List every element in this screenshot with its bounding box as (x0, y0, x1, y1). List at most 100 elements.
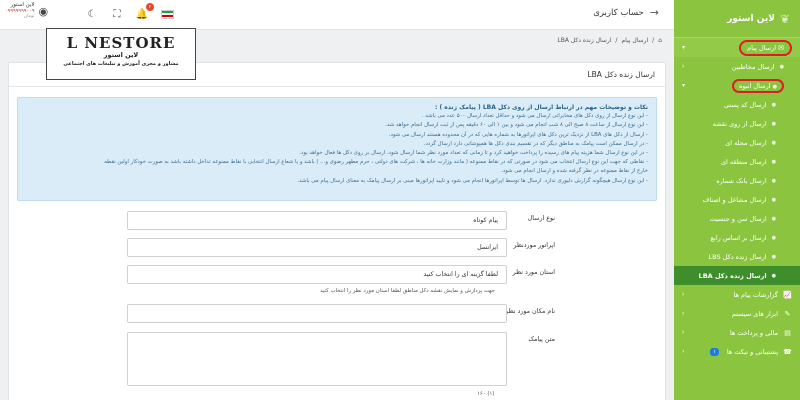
breadcrumb-level2: ارسال زنده دکل LBA (557, 37, 612, 44)
notice-line: - نقاطی که جهت این نوع ارسال انتخاب می ش… (104, 159, 648, 166)
place-input[interactable] (127, 304, 507, 323)
bullet-icon: ● (771, 215, 776, 222)
breadcrumb-sep: / (652, 37, 655, 44)
leaf-logo-icon: ❦ (779, 11, 790, 26)
sms-counter: ۱۶۰ (۱) (477, 391, 495, 397)
sidebar-item-label: ابزار های سیستم (731, 309, 778, 318)
topbar: → حساب کاربری ☾ ⛶ 🔔 ۴ ◉ لاین استور ۰۹۹۹۹۹… (0, 0, 674, 30)
province-label: استان مورد نظر (512, 269, 555, 276)
tools-icon: ✎ (784, 309, 791, 318)
sidebar-item-label: ارسال بانک شماره (716, 176, 767, 185)
sidebar-item-label: ارسال انبوه (739, 81, 771, 90)
chevron-left-icon: ‹ (682, 63, 685, 70)
sidebar-item-lba[interactable]: ● ارسال زنده دکل LBA (674, 266, 800, 285)
bullet-icon: ● (771, 101, 776, 108)
place-label: نام مکان مورد نظر (505, 308, 555, 315)
sidebar-item-age-gender[interactable]: ● ارسال سن و جنسیت (674, 209, 800, 228)
sidebar-item-label: ارسال کد پستی (723, 100, 767, 109)
flag (160, 9, 174, 19)
brand-name: لاین استور (727, 13, 775, 24)
sidebar-item-label: ارسال محله ای (725, 138, 767, 147)
sidebar-item-tools[interactable]: ✎ ابزار های سیستم ‹ (674, 304, 800, 323)
sidebar-item-postal-code[interactable]: ● ارسال کد پستی (674, 95, 800, 114)
logo-main-text: L NESTORE (66, 34, 176, 52)
sidebar-item-number-bank[interactable]: ● ارسال بانک شماره (674, 171, 800, 190)
operator-select[interactable]: ایرانسل (127, 238, 507, 257)
bullet-icon: ● (779, 63, 784, 70)
breadcrumb-level1[interactable]: ارسال پیام (621, 37, 648, 44)
notice-line: - این نوع ارسال از ساعت ۸ صبح الی ۸ شب ا… (385, 122, 648, 129)
notice-line: - در ارسال ممکن است پیامک به مناطق دیگر … (423, 140, 648, 147)
envelope-icon: ✉ (778, 43, 784, 52)
sidebar-item-finance[interactable]: ▤ مالی و پرداخت ها ‹ (674, 323, 800, 342)
sidebar-item-reports[interactable]: 📈 گزارشات پیام ها ‹ (674, 285, 800, 304)
province-hint: جهت پردازش و نمایش نقشه دکل مناطق لطفا ا… (320, 288, 495, 294)
notice-title: نکات و توضیحات مهم در ارتباط ارسال از رو… (434, 104, 648, 111)
breadcrumb: ⌂ / ارسال پیام / ارسال زنده دکل LBA (557, 37, 662, 44)
send-type-select[interactable]: پیام کوتاه (127, 211, 507, 230)
sidebar-item-support[interactable]: ☎ پشتیبانی و تیکت ها ۱ ‹ (674, 342, 800, 361)
logo-sub-text: مشاور و مجری آموزش و تبلیغات های اجتماعی (63, 61, 179, 67)
notice-line: - این نوع ارسال از روی دکل های مخابراتی … (421, 113, 648, 120)
sidebar-item-lbs[interactable]: ● ارسال زنده دکل LBS (674, 247, 800, 266)
topbar-icons: ☾ ⛶ 🔔 ۴ (85, 3, 174, 21)
chevron-down-icon: ▾ (682, 82, 686, 89)
sms-label: متن پیامک (528, 336, 555, 343)
bullet-icon: ● (771, 253, 776, 260)
bullet-icon: ● (771, 120, 776, 127)
logo-fa-text: لاین استور (103, 51, 139, 59)
sidebar-item-region[interactable]: ● ارسال منطقه ای (674, 152, 800, 171)
arrow-right-icon[interactable]: → (650, 6, 659, 19)
sidebar-item-neighborhood[interactable]: ● ارسال محله ای (674, 133, 800, 152)
sidebar-item-by-rabe[interactable]: ● ارسال بر اساس رابع (674, 228, 800, 247)
chevron-left-icon: ‹ (682, 329, 685, 336)
sidebar-item-label: ارسال منطقه ای (720, 157, 767, 166)
breadcrumb-sep: / (615, 37, 618, 44)
bullet-icon: ● (771, 177, 776, 184)
sidebar-item-label: گزارشات پیام ها (733, 290, 779, 299)
user-box[interactable]: ◉ لاین استور ۰۹۹۹۹۹۹۹۰۰۹ تومان (5, 2, 48, 20)
bullet-icon: ● (772, 83, 777, 90)
sidebar-item-map[interactable]: ● ارسال از روی نقشه (674, 114, 800, 133)
home-icon[interactable]: ⌂ (658, 37, 662, 44)
chevron-left-icon: ‹ (682, 310, 685, 317)
notification-badge: ۴ (146, 3, 154, 11)
province-select[interactable]: لطفا گزینه ای را انتخاب کنید (127, 265, 507, 284)
chart-icon: 📈 (783, 290, 792, 299)
sidebar-item-label: ارسال زنده دکل LBA (698, 271, 767, 280)
chevron-left-icon: ‹ (682, 348, 685, 355)
bullet-icon: ● (771, 272, 776, 279)
iran-flag-icon[interactable] (160, 7, 174, 21)
theme-toggle-moon-icon[interactable]: ☾ (85, 7, 99, 21)
operator-label: اپراتور موردنظر (513, 242, 555, 249)
user-avatar-icon: ◉ (38, 4, 49, 18)
sidebar-item-label: ارسال زنده دکل LBS (708, 252, 767, 261)
main-card: ارسال زنده دکل LBA نکات و توضیحات مهم در… (8, 62, 666, 400)
linestore-logo: L NESTORE لاین استور مشاور و مجری آموزش … (46, 28, 196, 80)
page-head: → حساب کاربری (593, 6, 659, 19)
sidebar-item-jobs[interactable]: ● ارسال مشاغل و اصناف (674, 190, 800, 209)
fullscreen-icon[interactable]: ⛶ (110, 7, 124, 21)
notice-line: - ارسال از دکل های LBA از نزدیک ترین دکل… (388, 131, 648, 138)
wallet-icon: ▤ (784, 328, 791, 337)
sidebar-item-label: ارسال بر اساس رابع (710, 233, 767, 242)
sidebar-brand[interactable]: ❦ لاین استور (674, 0, 800, 38)
sidebar-item-send-message[interactable]: ✉ ارسال پیام ▾ (674, 38, 800, 57)
bullet-icon: ● (771, 158, 776, 165)
sidebar-item-label: مالی و پرداخت ها (729, 328, 778, 337)
highlight-circle: ✉ ارسال پیام (739, 39, 792, 56)
notice-line: - این نوع ارسال هیچگونه گزارش دلیوری ندا… (297, 177, 648, 184)
bullet-icon: ● (771, 234, 776, 241)
support-badge: ۱ (710, 347, 719, 356)
sidebar-item-label: پشتیبانی و تیکت ها (726, 347, 778, 356)
sidebar-item-label: ارسال پیام (747, 43, 777, 52)
notice-line: - در این نوع ارسال شما هزینه پیام های رس… (299, 150, 648, 157)
sidebar-item-bulk-send[interactable]: ● ارسال انبوه ▾ (674, 76, 800, 95)
sidebar-item-send-contacts[interactable]: ● ارسال مخاطبین ‹ (674, 57, 800, 76)
notice-line: خارج از نقاط ممنوعه در نظر گرفته شده و ا… (501, 168, 648, 175)
sms-textarea[interactable] (127, 332, 507, 386)
type-label: نوع ارسال (527, 215, 555, 222)
bullet-icon: ● (771, 196, 776, 203)
bell-icon[interactable]: 🔔 ۴ (135, 3, 154, 21)
sidebar-item-label: ارسال از روی نقشه (712, 119, 767, 128)
